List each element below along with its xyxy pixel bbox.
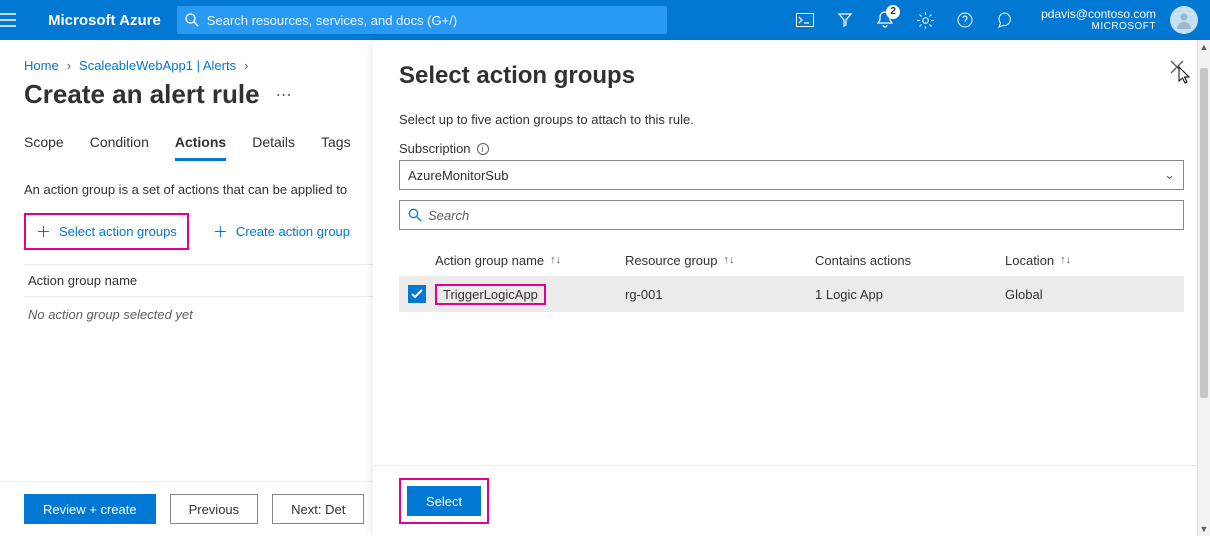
subscription-label: Subscription (399, 141, 471, 156)
grid-row[interactable]: TriggerLogicApp rg-001 1 Logic App Globa… (399, 276, 1184, 312)
page-more-button[interactable]: ⋯ (276, 85, 292, 105)
account-email: pdavis@contoso.com (1041, 7, 1156, 21)
global-search-input[interactable] (207, 13, 659, 28)
next-button[interactable]: Next: Det (272, 494, 364, 524)
row-actions: 1 Logic App (815, 287, 883, 302)
check-icon (411, 289, 423, 299)
plus-icon: ＋ (36, 221, 51, 242)
col-actions-label[interactable]: Contains actions (815, 253, 911, 268)
panel-footer: Select (373, 465, 1210, 536)
grid-header-row: Action group name ↑↓ Resource group ↑↓ C… (399, 244, 1184, 276)
person-icon (1174, 10, 1194, 30)
account-avatar[interactable] (1170, 6, 1198, 34)
panel-title: Select action groups (399, 62, 1184, 90)
row-name-highlight: TriggerLogicApp (435, 284, 546, 305)
review-create-button[interactable]: Review + create (24, 494, 156, 524)
notification-badge: 2 (886, 5, 900, 19)
scroll-up-icon[interactable]: ▲ (1198, 40, 1210, 54)
search-icon (185, 13, 199, 27)
hamburger-menu[interactable] (0, 13, 48, 27)
global-search[interactable] (177, 6, 667, 34)
create-action-group-button[interactable]: ＋ Create action group (203, 213, 360, 250)
breadcrumb-separator: › (67, 58, 71, 73)
directories-button[interactable] (825, 0, 865, 40)
subscription-value: AzureMonitorSub (408, 168, 508, 183)
action-groups-grid: Action group name ↑↓ Resource group ↑↓ C… (399, 244, 1184, 312)
panel-close-button[interactable] (1170, 60, 1184, 74)
row-rg: rg-001 (625, 287, 663, 302)
breadcrumb-item[interactable]: Home (24, 58, 59, 73)
tab-condition[interactable]: Condition (90, 134, 149, 161)
cloud-shell-icon (796, 13, 814, 27)
filter-icon (837, 12, 853, 28)
row-location: Global (1005, 287, 1043, 302)
brand-label[interactable]: Microsoft Azure (48, 12, 177, 29)
breadcrumb-separator: › (244, 58, 248, 73)
tab-actions[interactable]: Actions (175, 134, 226, 161)
cloud-shell-button[interactable] (785, 0, 825, 40)
scrollbar[interactable]: ▲ ▼ (1197, 40, 1210, 536)
info-icon[interactable]: i (477, 143, 489, 155)
row-checkbox[interactable] (408, 285, 426, 303)
chevron-down-icon: ⌄ (1164, 167, 1175, 183)
select-highlight: Select (399, 478, 489, 524)
action-group-search[interactable] (399, 200, 1184, 230)
col-location-label[interactable]: Location (1005, 253, 1054, 268)
notifications-button[interactable]: 2 (865, 0, 905, 40)
search-icon (408, 208, 422, 222)
help-icon (957, 12, 973, 28)
page-title: Create an alert rule (24, 79, 260, 110)
action-group-search-input[interactable] (428, 208, 1175, 223)
create-action-group-label: Create action group (236, 224, 350, 239)
sort-icon[interactable]: ↑↓ (724, 254, 735, 266)
panel-select-button[interactable]: Select (407, 486, 481, 516)
select-action-groups-label: Select action groups (59, 224, 177, 239)
scroll-thumb[interactable] (1200, 68, 1208, 398)
col-name-label[interactable]: Action group name (435, 253, 544, 268)
tab-tags[interactable]: Tags (321, 134, 351, 161)
tab-details[interactable]: Details (252, 134, 295, 161)
tab-scope[interactable]: Scope (24, 134, 64, 161)
previous-button[interactable]: Previous (170, 494, 259, 524)
close-icon (1170, 60, 1184, 74)
gear-icon (917, 12, 934, 29)
scroll-down-icon[interactable]: ▼ (1198, 522, 1210, 536)
azure-topbar: Microsoft Azure 2 pdavis@contoso.com MIC… (0, 0, 1210, 40)
feedback-button[interactable] (985, 0, 1025, 40)
feedback-icon (997, 12, 1013, 28)
plus-icon: ＋ (213, 221, 228, 242)
select-action-groups-button[interactable]: ＋ Select action groups (24, 213, 189, 250)
sort-icon[interactable]: ↑↓ (1060, 254, 1071, 266)
settings-button[interactable] (905, 0, 945, 40)
help-button[interactable] (945, 0, 985, 40)
account-tenant: MICROSOFT (1041, 21, 1156, 33)
hamburger-icon (0, 13, 16, 27)
sort-icon[interactable]: ↑↓ (550, 254, 561, 266)
col-rg-label[interactable]: Resource group (625, 253, 718, 268)
subscription-dropdown[interactable]: AzureMonitorSub ⌄ (399, 160, 1184, 190)
panel-help-text: Select up to five action groups to attac… (399, 112, 1184, 127)
row-name: TriggerLogicApp (443, 287, 538, 302)
account-block[interactable]: pdavis@contoso.com MICROSOFT (1025, 7, 1164, 33)
select-action-groups-panel: Select action groups Select up to five a… (373, 40, 1210, 536)
breadcrumb-item[interactable]: ScaleableWebApp1 | Alerts (79, 58, 236, 73)
